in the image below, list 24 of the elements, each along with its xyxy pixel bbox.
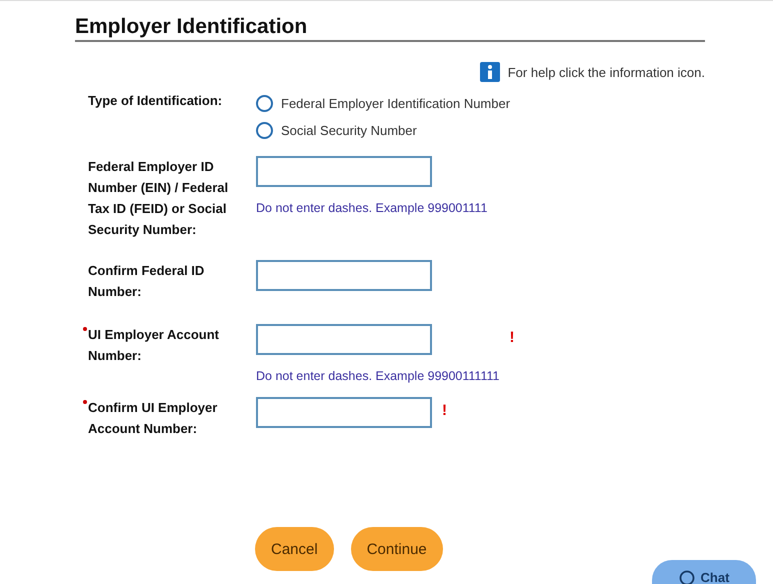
radio-option[interactable]: Social Security Number — [256, 117, 510, 144]
text-field[interactable] — [256, 260, 432, 291]
chat-button[interactable]: Chat — [652, 560, 756, 584]
hint-text: Do not enter dashes. Example 999001111 — [256, 201, 488, 215]
field-label: Type of Identification: — [88, 92, 224, 110]
help-text: For help click the information icon. — [508, 64, 705, 80]
radio-button[interactable] — [256, 122, 273, 139]
text-field[interactable] — [256, 156, 432, 187]
text-field[interactable] — [256, 397, 432, 428]
radio-button[interactable] — [256, 95, 273, 112]
radio-option[interactable]: Federal Employer Identification Number — [256, 90, 510, 117]
field-label: UI Employer Account Number: — [88, 324, 256, 366]
error-mark: ! — [509, 329, 514, 346]
field-label: Confirm UI Employer Account Number: — [88, 397, 256, 439]
text-field[interactable] — [256, 324, 432, 355]
continue-button[interactable]: Continue — [350, 527, 443, 571]
chat-bubble-icon — [678, 570, 695, 584]
hint-text: Do not enter dashes. Example 99900111111 — [256, 369, 500, 383]
info-icon[interactable] — [480, 62, 500, 82]
error-mark: ! — [442, 402, 447, 419]
cancel-button[interactable]: Cancel — [255, 527, 334, 571]
page-title: Employer Identification — [75, 15, 705, 42]
field-label: Federal Employer ID Number (EIN) / Federal Tax ID (FEID) or Social Security Number: — [88, 158, 230, 239]
field-label: Confirm Federal ID Number: — [88, 262, 206, 301]
